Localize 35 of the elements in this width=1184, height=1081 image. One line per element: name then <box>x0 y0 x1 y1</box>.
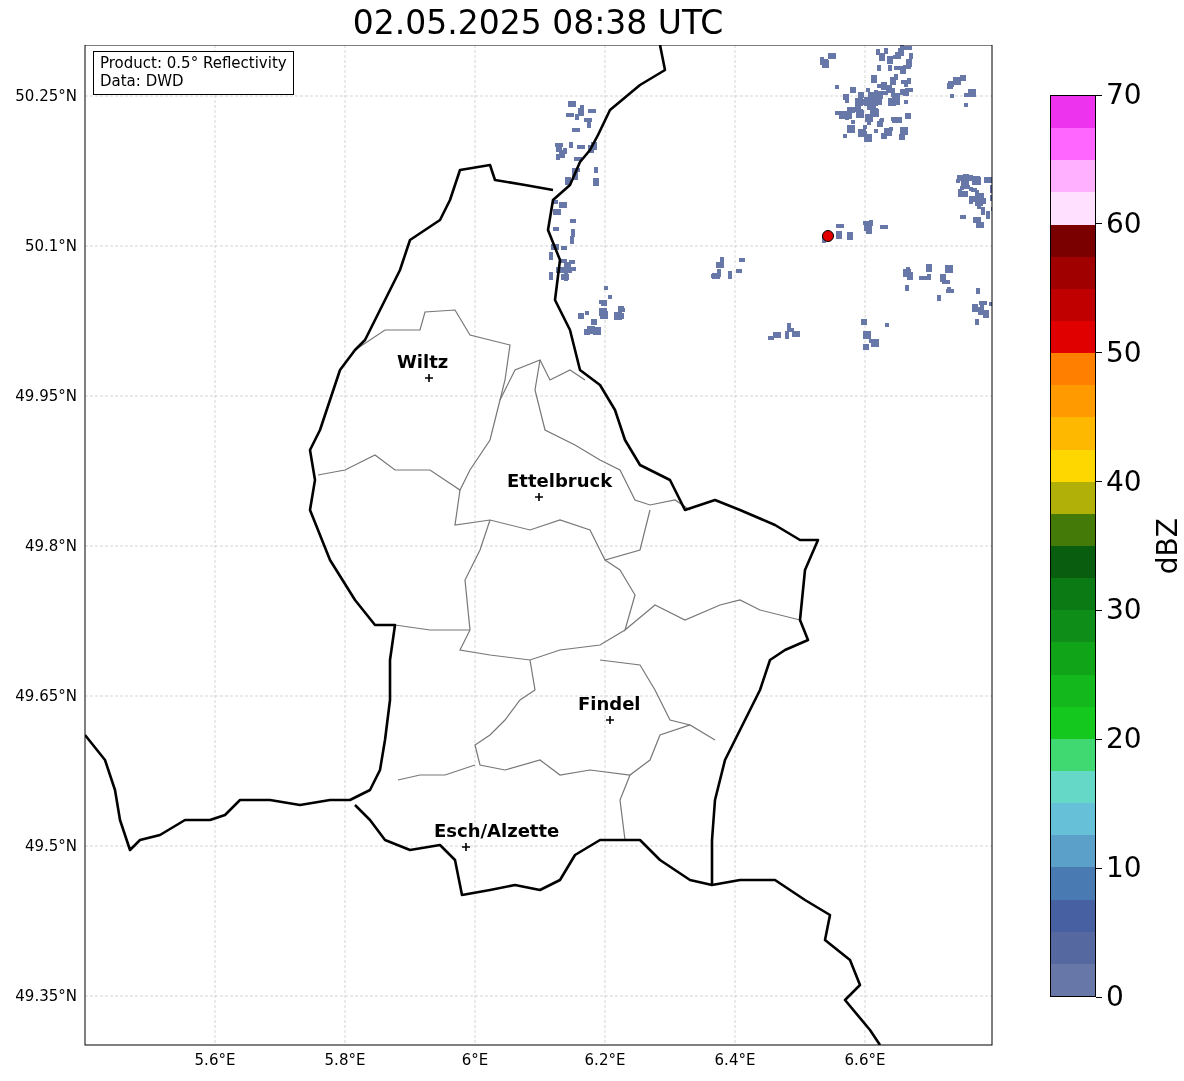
axis-tick-label: 5.8°E <box>324 1051 366 1069</box>
city-marker-icon <box>534 492 544 502</box>
chart-title: 02.05.2025 08:38 UTC <box>352 6 724 39</box>
city-label: Findel <box>578 693 641 714</box>
axis-tick-label: 5.6°E <box>194 1051 236 1069</box>
axis-tick-label: 6.2°E <box>584 1051 626 1069</box>
colorbar-tick-label: 60 <box>1106 209 1142 238</box>
axis-tick-label: 49.35°N <box>15 987 77 1005</box>
colorbar-tick-label: 40 <box>1106 467 1142 496</box>
info-text: Data: DWD <box>100 72 185 90</box>
city-label: Wiltz <box>397 351 449 372</box>
city-marker-icon <box>461 842 471 852</box>
tick-mark <box>1096 996 1102 998</box>
colorbar-tick-label: 10 <box>1106 854 1142 883</box>
colorbar-label: dBZ <box>1151 517 1184 575</box>
city-label: Esch/Alzette <box>434 820 560 841</box>
colorbar-tick-label: 70 <box>1106 81 1142 109</box>
colorbar-tick-label: 30 <box>1106 596 1142 625</box>
info-text: Product: 0.5° Reflectivity <box>100 54 287 72</box>
city-marker-icon <box>424 373 434 383</box>
axis-tick-label: 6°E <box>461 1051 489 1069</box>
axis-tick-label: 49.8°N <box>24 537 77 555</box>
axis-tick-label: 49.5°N <box>24 837 77 855</box>
colorbar-tick-label: 20 <box>1106 725 1142 754</box>
axis-tick-label: 50.1°N <box>24 237 77 255</box>
colorbar-tick-label: 0 <box>1106 983 1124 1011</box>
axis-tick-label: 6.4°E <box>714 1051 756 1069</box>
axis-tick-label: 49.65°N <box>15 687 77 705</box>
colorbar-tick-label: 50 <box>1106 338 1142 367</box>
radar-site-marker <box>822 230 834 242</box>
axis-tick-label: 50.25°N <box>15 87 77 105</box>
city-label: Ettelbruck <box>507 470 613 491</box>
city-marker-icon <box>605 715 615 725</box>
axis-tick-label: 49.95°N <box>15 387 77 405</box>
axis-tick-label: 6.6°E <box>844 1051 886 1069</box>
